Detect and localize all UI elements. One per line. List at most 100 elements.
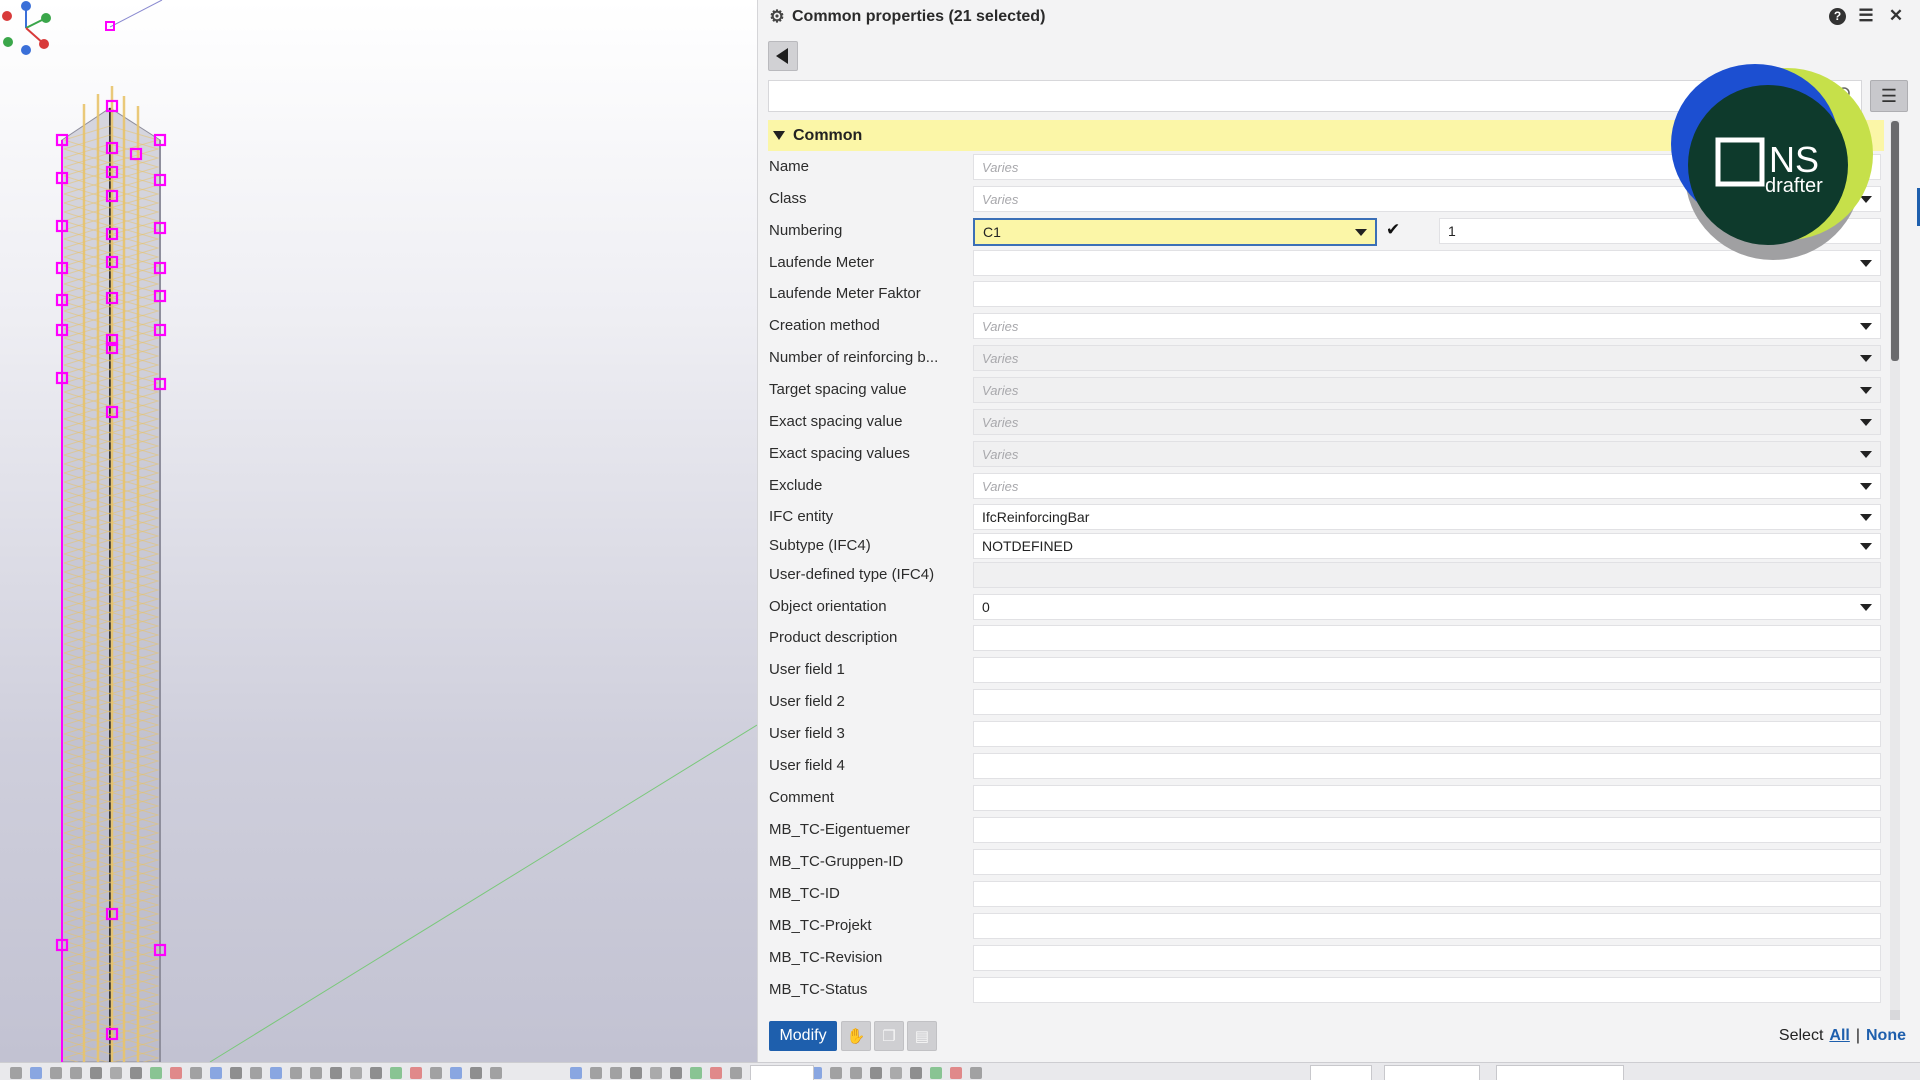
rebar-column-model[interactable] [0,0,757,1062]
scrollbar-thumb[interactable] [1891,121,1899,361]
property-row: MB_TC-Revision [758,943,1886,973]
toolbar-icon[interactable] [290,1067,302,1079]
toolbar-icon[interactable] [190,1067,202,1079]
dropdown-arrow-icon[interactable] [1860,543,1872,550]
dropdown-arrow-icon[interactable] [1860,604,1872,611]
toolbar-icon[interactable] [430,1067,442,1079]
toolbar-icon[interactable] [710,1067,722,1079]
toolbar-icon[interactable] [150,1067,162,1079]
toolbar-icon[interactable] [390,1067,402,1079]
toolbar-icon[interactable] [910,1067,922,1079]
toolbar-icon[interactable] [230,1067,242,1079]
select-none-link[interactable]: None [1866,1027,1906,1045]
toolbar-icon[interactable] [130,1067,142,1079]
toolbar-icon[interactable] [370,1067,382,1079]
property-label: User-defined type (IFC4) [769,566,935,583]
property-field[interactable] [973,689,1881,715]
dropdown-arrow-icon[interactable] [1860,355,1872,362]
dropdown-arrow-icon[interactable] [1860,419,1872,426]
toolbar-icon[interactable] [450,1067,462,1079]
property-field[interactable] [973,753,1881,779]
property-field[interactable]: Varies [973,377,1881,403]
toolbar-icon[interactable] [650,1067,662,1079]
dropdown-arrow-icon[interactable] [1860,387,1872,394]
toolbar-icon[interactable] [890,1067,902,1079]
model-viewport[interactable] [0,0,757,1062]
property-field[interactable] [973,785,1881,811]
property-field[interactable] [973,817,1881,843]
toolbar-icon[interactable] [590,1067,602,1079]
copy-icon: ❐ [882,1028,896,1045]
toolbar-icon[interactable] [470,1067,482,1079]
toolbar-icon[interactable] [110,1067,122,1079]
property-field[interactable]: Varies [973,345,1881,371]
dropdown-arrow-icon[interactable] [1860,323,1872,330]
toolbar-icon[interactable] [830,1067,842,1079]
numbering-prefix-select[interactable]: C1 [973,218,1377,246]
toolbar-icon[interactable] [410,1067,422,1079]
toolbar-icon[interactable] [630,1067,642,1079]
property-field[interactable] [973,625,1881,651]
toolbar-dropdown[interactable] [1496,1065,1624,1080]
dropdown-arrow-icon[interactable] [1860,514,1872,521]
toolbar-icon[interactable] [570,1067,582,1079]
checkmark-icon[interactable]: ✔ [1386,220,1406,242]
toolbar-icon[interactable] [930,1067,942,1079]
modify-button[interactable]: Modify [769,1021,837,1051]
toolbar-icon[interactable] [30,1067,42,1079]
gear-icon: ⚙ [769,7,785,26]
toolbar-icon[interactable] [170,1067,182,1079]
toolbar-icon[interactable] [90,1067,102,1079]
property-field[interactable] [973,721,1881,747]
property-field[interactable] [973,657,1881,683]
toolbar-icon[interactable] [210,1067,222,1079]
property-field[interactable]: NOTDEFINED [973,533,1881,559]
property-field[interactable] [973,881,1881,907]
copy-button[interactable]: ❐ [874,1021,904,1051]
dropdown-arrow-icon[interactable] [1860,483,1872,490]
pick-button[interactable]: ✋ [841,1021,871,1051]
property-field[interactable] [973,849,1881,875]
toolbar-icon[interactable] [10,1067,22,1079]
toolbar-icon[interactable] [970,1067,982,1079]
axis-gizmo-icon[interactable] [0,0,58,56]
list-view-icon[interactable]: ☰ [1856,6,1876,26]
toolbar-icon[interactable] [350,1067,362,1079]
toolbar-icon[interactable] [310,1067,322,1079]
select-all-link[interactable]: All [1829,1027,1849,1045]
property-field[interactable]: Varies [973,409,1881,435]
toolbar-icon[interactable] [270,1067,282,1079]
toolbar-icon[interactable] [490,1067,502,1079]
toolbar-icon[interactable] [670,1067,682,1079]
toolbar-icon[interactable] [50,1067,62,1079]
property-field[interactable]: 0 [973,594,1881,620]
toolbar-icon[interactable] [690,1067,702,1079]
dropdown-arrow-icon[interactable] [1860,451,1872,458]
close-icon[interactable]: ✕ [1886,6,1906,26]
property-field[interactable] [973,281,1881,307]
property-field[interactable] [973,913,1881,939]
property-field[interactable]: Varies [973,441,1881,467]
toolbar-icon[interactable] [610,1067,622,1079]
toolbar-icon[interactable] [730,1067,742,1079]
toolbar-icon[interactable] [950,1067,962,1079]
toolbar-icon[interactable] [70,1067,82,1079]
toolbar-dropdown[interactable] [1384,1065,1480,1080]
panel-menu-button[interactable]: ☰ [1870,80,1908,112]
property-field[interactable]: Varies [973,313,1881,339]
property-field[interactable] [973,977,1881,1003]
toolbar-dropdown[interactable] [1310,1065,1372,1080]
dropdown-arrow-icon[interactable] [1355,229,1367,236]
toolbar-dropdown[interactable] [750,1065,814,1080]
help-icon[interactable]: ? [1829,7,1846,25]
paste-button[interactable]: ▤ [907,1021,937,1051]
toolbar-icon[interactable] [870,1067,882,1079]
back-button[interactable] [768,41,798,71]
property-field[interactable]: IfcReinforcingBar [973,504,1881,530]
property-field[interactable] [973,945,1881,971]
toolbar-icon[interactable] [250,1067,262,1079]
toolbar-icon[interactable] [850,1067,862,1079]
toolbar-icon[interactable] [330,1067,342,1079]
scrollbar-end[interactable] [1890,1010,1900,1020]
property-field[interactable]: Varies [973,473,1881,499]
